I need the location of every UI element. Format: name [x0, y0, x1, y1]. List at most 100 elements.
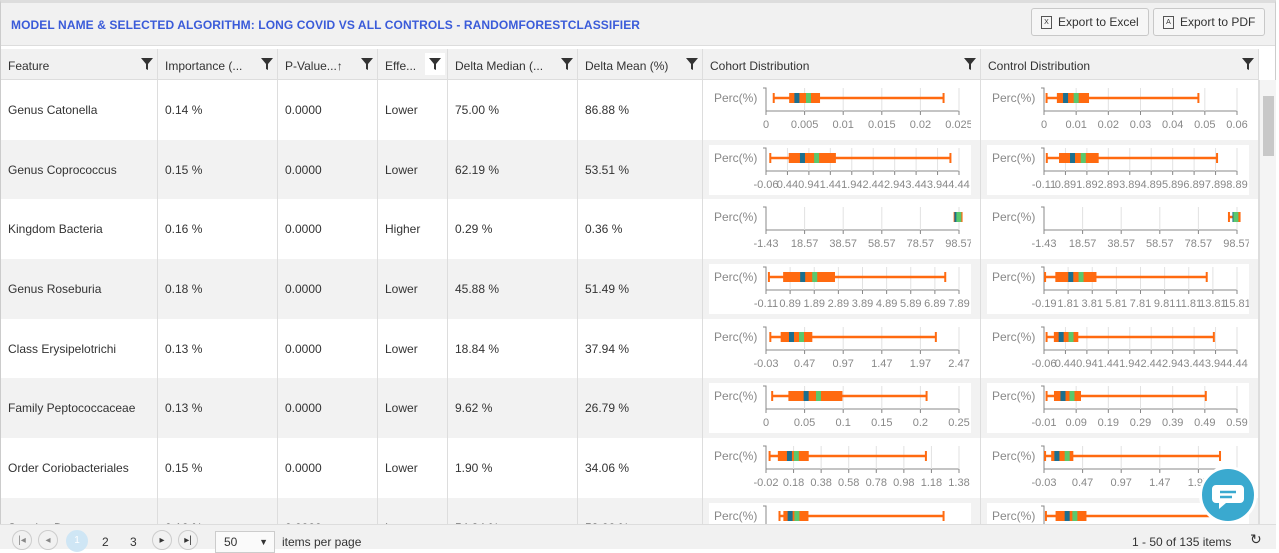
tick-label: 2.94: [884, 179, 905, 191]
table-row[interactable]: Genus Catonella 0.14 % 0.0000 Lower 75.00 % 8…: [1, 80, 1259, 140]
tick-label: 2.44: [863, 179, 884, 191]
cell-feature: Genus Catonella: [1, 80, 158, 140]
tick-label: 0.1: [836, 417, 851, 429]
tick-label: 1.94: [841, 179, 862, 191]
filter-icon[interactable]: [561, 57, 573, 71]
table-row[interactable]: Order Coriobacteriales 0.15 % 0.0000 Lower 1…: [1, 438, 1259, 498]
cell-cohort-distribution: Perc(%) -0.06 0.44 0.94 1.44 1.94 2.44 2.94 3.44…: [703, 139, 981, 200]
export-excel-button[interactable]: X Export to Excel: [1031, 8, 1149, 36]
tick-label: 0.44: [1055, 358, 1076, 370]
column-header-3[interactable]: Effe...: [378, 49, 448, 79]
column-header-label: Cohort Distribution: [710, 59, 810, 73]
iqr-box: [783, 272, 835, 283]
tick-label: 0.09: [1065, 417, 1086, 429]
chart-card: Perc(%) 0 0.05 0.1 0.15 0.2 0.25: [709, 383, 971, 434]
tick-label: 0.97: [1110, 477, 1131, 489]
export-pdf-label: Export to PDF: [1180, 15, 1256, 29]
chart-label: Perc(%): [992, 91, 1035, 105]
cell-importance: 0.16 %: [158, 497, 278, 527]
table-row[interactable]: Class Erysipelotrichi 0.13 % 0.0000 Lower 18…: [1, 318, 1259, 379]
tick-label: 0.78: [866, 477, 887, 489]
iqr-box: [788, 391, 843, 402]
scrollbar-thumb[interactable]: [1263, 96, 1274, 156]
iqr-box: [1055, 510, 1087, 521]
pager: |◂ ◂ 1 2 3 ▸ ▸| 50 ▼ items per page 1 - 5…: [0, 524, 1276, 553]
chart-label: Perc(%): [992, 330, 1035, 344]
tick-label: 98.57: [945, 238, 971, 250]
page-3-button[interactable]: 3: [130, 535, 137, 549]
filter-icon[interactable]: [261, 57, 273, 71]
next-page-button[interactable]: ▸: [152, 530, 172, 550]
page-title: MODEL NAME & SELECTED ALGORITHM: LONG CO…: [11, 18, 641, 32]
mean-mark: [956, 212, 962, 223]
column-header-2[interactable]: P-Value...↑: [278, 49, 378, 79]
column-header-1[interactable]: Importance (...: [158, 49, 278, 79]
tick-label: 78.57: [907, 238, 935, 250]
first-page-button[interactable]: |◂: [12, 530, 32, 550]
cell-pvalue: 0.0000: [278, 438, 378, 498]
export-pdf-button[interactable]: A Export to PDF: [1153, 8, 1266, 36]
tick-label: 0.01: [1065, 119, 1086, 131]
cell-delta_mean: 86.88 %: [578, 80, 703, 140]
table-row[interactable]: Species Dorea0.16 %0.0000Lower54.84 %52.…: [1, 497, 1259, 527]
page-2-button[interactable]: 2: [102, 535, 109, 549]
grid-body: Genus Catonella 0.14 % 0.0000 Lower 75.00 % 8…: [1, 80, 1259, 527]
chart-card: Perc(%) -0.01 0.09 0.19 0.29 0.39 0.49 0.59: [987, 383, 1249, 434]
box-plot: Perc(%) 0 0.01 0.02 0.03 0.04 0.05 0.06: [992, 87, 1248, 131]
table-row[interactable]: Genus Roseburia 0.18 % 0.0000 Lower 45.88 % 5…: [1, 259, 1259, 319]
tick-label: 0: [763, 119, 769, 131]
prev-page-button[interactable]: ◂: [38, 530, 58, 550]
column-header-7[interactable]: Control Distribution: [981, 49, 1259, 79]
tick-label: 4.89: [1141, 179, 1162, 191]
excel-icon: X: [1041, 15, 1052, 29]
tick-label: 58.57: [868, 238, 896, 250]
tick-label: 18.57: [791, 238, 819, 250]
tick-label: 3.89: [852, 298, 873, 310]
filter-icon[interactable]: [141, 57, 153, 71]
filter-icon[interactable]: [361, 57, 373, 71]
tick-label: 1.47: [1149, 477, 1170, 489]
last-page-button[interactable]: ▸|: [178, 530, 198, 550]
chat-widget-button[interactable]: [1199, 466, 1257, 524]
iqr-box: [777, 451, 809, 462]
tick-label: 0.97: [832, 358, 853, 370]
filter-icon[interactable]: [1242, 57, 1254, 71]
filter-icon[interactable]: [686, 57, 698, 71]
tick-label: 0.06: [1226, 119, 1247, 131]
cell-delta_mean: 37.94 %: [578, 318, 703, 379]
median-mark: [1070, 152, 1076, 163]
column-header-0[interactable]: Feature: [1, 49, 158, 79]
cell-cohort-distribution: Perc(%) 0 0.005 0.01 0.015 0.02 0.025: [703, 80, 981, 140]
refresh-icon[interactable]: ↻: [1250, 531, 1262, 548]
tick-label: 0.025: [945, 119, 971, 131]
cell-feature: Order Coriobacteriales: [1, 438, 158, 498]
data-grid: Feature Importance (... P-Value...↑ Effe...…: [1, 49, 1259, 527]
tick-label: 1.18: [921, 477, 942, 489]
table-row[interactable]: Kingdom Bacteria 0.16 % 0.0000 Higher 0.29 %…: [1, 199, 1259, 260]
tick-label: 0.19: [1098, 417, 1119, 429]
median-mark: [786, 451, 792, 462]
filter-icon[interactable]: [425, 53, 445, 75]
median-mark: [1068, 272, 1074, 283]
page-size-select[interactable]: 50 ▼: [215, 531, 275, 553]
mean-mark: [1080, 152, 1086, 163]
column-header-label: Importance (...: [165, 59, 243, 73]
cell-feature: Genus Roseburia: [1, 259, 158, 319]
column-header-4[interactable]: Delta Median (...: [448, 49, 578, 79]
table-row[interactable]: Genus Coprococcus 0.15 % 0.0000 Lower 62.19 …: [1, 139, 1259, 200]
filter-icon[interactable]: [964, 57, 976, 71]
box-plot: Perc(%) 0 0.05 0.1 0.15 0.2 0.25: [714, 385, 970, 429]
tick-label: 0.005: [791, 119, 819, 131]
tick-label: 7.89: [948, 298, 969, 310]
mean-mark: [1078, 272, 1084, 283]
table-row[interactable]: Family Peptococcaceae 0.13 % 0.0000 Lower 9.…: [1, 378, 1259, 439]
box-plot: Perc(%) -0.02 0.18 0.38 0.58 0.78 0.98 1.18 1.38: [714, 445, 970, 489]
cell-control-distribution: Perc(%) -0.01 0.09 0.19 0.29 0.39 0.49 0.59: [981, 378, 1259, 439]
chart-label: Perc(%): [992, 449, 1035, 463]
tick-label: 98.57: [1223, 238, 1249, 250]
column-header-5[interactable]: Delta Mean (%): [578, 49, 703, 79]
tick-label: 0.05: [794, 417, 815, 429]
cell-effect: Lower: [378, 259, 448, 319]
column-header-6[interactable]: Cohort Distribution: [703, 49, 981, 79]
vertical-scrollbar[interactable]: [1259, 80, 1276, 527]
